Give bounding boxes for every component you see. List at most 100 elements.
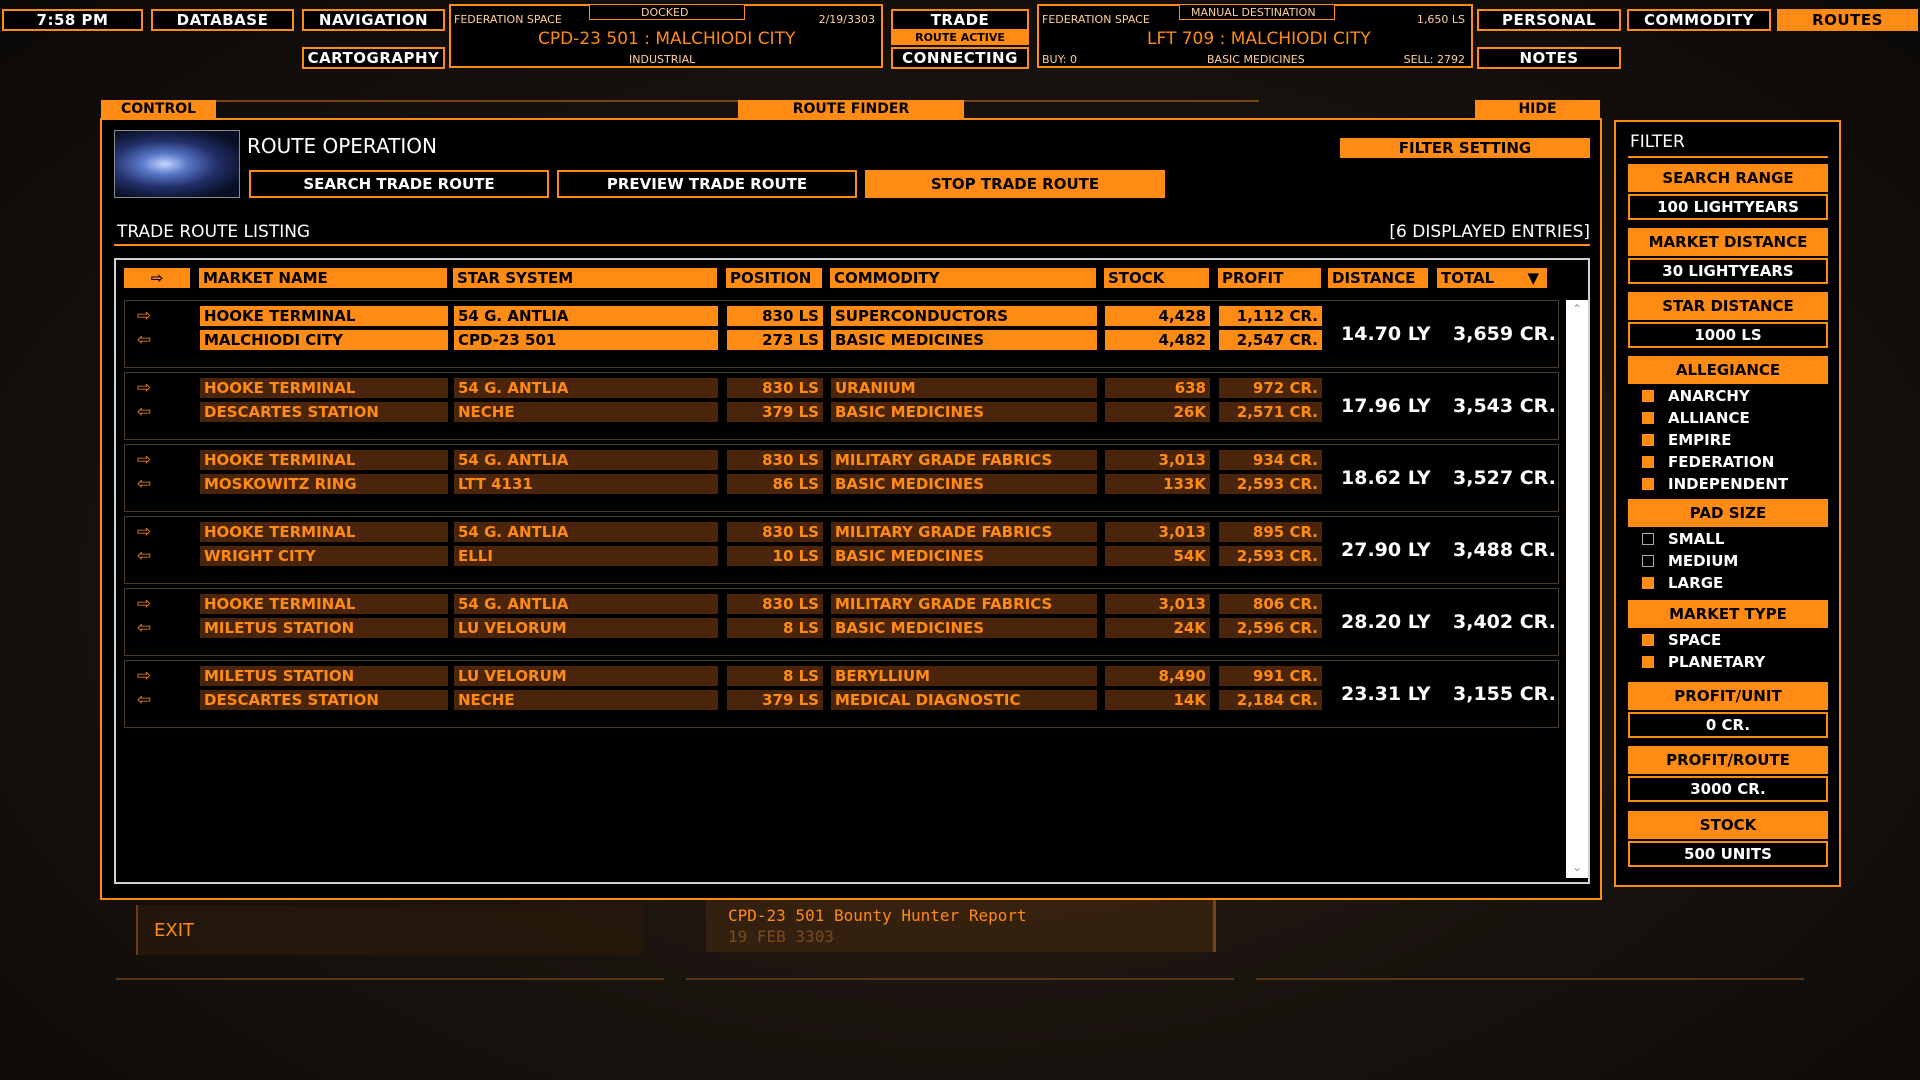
stock-field[interactable]: 500 UNITS bbox=[1628, 841, 1828, 867]
commodity-cell: BASIC MEDICINES bbox=[831, 474, 1097, 494]
market-distance-field[interactable]: 30 LIGHTYEARS bbox=[1628, 258, 1828, 284]
allegiance-option[interactable]: INDEPENDENT bbox=[1642, 474, 1788, 494]
market-type-option[interactable]: PLANETARY bbox=[1642, 652, 1765, 672]
checkbox-label: ANARCHY bbox=[1668, 387, 1750, 405]
stop-trade-route-button[interactable]: STOP TRADE ROUTE bbox=[865, 170, 1165, 198]
route-distance: 18.62 LY bbox=[1341, 467, 1431, 489]
return-leg[interactable]: MOSKOWITZ RING LTT 4131 86 LS BASIC MEDICIN… bbox=[125, 474, 1325, 494]
exit-button[interactable]: EXIT bbox=[136, 905, 644, 955]
checkbox[interactable] bbox=[1642, 390, 1654, 402]
scroll-up-icon[interactable]: ⌃ bbox=[1572, 302, 1582, 316]
tab-route-finder[interactable]: ROUTE FINDER bbox=[738, 100, 964, 118]
personal-button[interactable]: PERSONAL bbox=[1477, 9, 1621, 31]
outbound-leg[interactable]: HOOKE TERMINAL 54 G. ANTLIA 830 LS MILITARY… bbox=[125, 450, 1325, 470]
commodity-button[interactable]: COMMODITY bbox=[1627, 9, 1771, 31]
header-commodity[interactable]: COMMODITY bbox=[830, 268, 1096, 288]
checkbox[interactable] bbox=[1642, 456, 1654, 468]
stock-cell: 3,013 bbox=[1105, 594, 1210, 614]
tab-control[interactable]: CONTROL bbox=[101, 100, 216, 118]
header-profit[interactable]: PROFIT bbox=[1218, 268, 1321, 288]
route-entry[interactable]: ⇨ HOOKE TERMINAL 54 G. ANTLIA 830 LS MILITAR… bbox=[124, 588, 1559, 656]
commodity-cell: MEDICAL DIAGNOSTIC bbox=[831, 690, 1097, 710]
outbound-leg[interactable]: HOOKE TERMINAL 54 G. ANTLIA 830 LS SUPERCON… bbox=[125, 306, 1325, 326]
search-trade-route-button[interactable]: SEARCH TRADE ROUTE bbox=[249, 170, 549, 198]
navigation-button[interactable]: NAVIGATION bbox=[302, 9, 445, 31]
allegiance-option[interactable]: EMPIRE bbox=[1642, 430, 1732, 450]
commodity-cell: BASIC MEDICINES bbox=[831, 546, 1097, 566]
return-leg[interactable]: DESCARTES STATION NECHE 379 LS BASIC MEDICI… bbox=[125, 402, 1325, 422]
pad-size-option[interactable]: SMALL bbox=[1642, 529, 1724, 549]
commodity-cell: BASIC MEDICINES bbox=[831, 330, 1097, 350]
outbound-leg[interactable]: HOOKE TERMINAL 54 G. ANTLIA 830 LS MILITARY… bbox=[125, 522, 1325, 542]
route-entry[interactable]: ⇨ HOOKE TERMINAL 54 G. ANTLIA 830 LS SUPERCO… bbox=[124, 300, 1559, 368]
cartography-button[interactable]: CARTOGRAPHY bbox=[302, 47, 445, 69]
star-system-cell: 54 G. ANTLIA bbox=[454, 594, 718, 614]
search-range-field[interactable]: 100 LIGHTYEARS bbox=[1628, 194, 1828, 220]
bounty-report-item[interactable]: CPD-23 501 Bounty Hunter Report 19 FEB 3… bbox=[706, 900, 1216, 952]
star-system-cell: 54 G. ANTLIA bbox=[454, 450, 718, 470]
profit-route-field[interactable]: 3000 CR. bbox=[1628, 776, 1828, 802]
market-name-cell: WRIGHT CITY bbox=[200, 546, 448, 566]
position-cell: 830 LS bbox=[727, 522, 823, 542]
return-leg[interactable]: WRIGHT CITY ELLI 10 LS BASIC MEDICINES 54K 2,… bbox=[125, 546, 1325, 566]
checkbox[interactable] bbox=[1642, 577, 1654, 589]
star-distance-field[interactable]: 1000 LS bbox=[1628, 322, 1828, 348]
scroll-down-icon[interactable]: ⌄ bbox=[1572, 860, 1582, 874]
checkbox[interactable] bbox=[1642, 533, 1654, 545]
checkbox[interactable] bbox=[1642, 478, 1654, 490]
position-cell: 379 LS bbox=[727, 690, 823, 710]
tab-hide[interactable]: HIDE bbox=[1475, 100, 1600, 118]
checkbox[interactable] bbox=[1642, 555, 1654, 567]
route-total: 3,659 CR. bbox=[1453, 323, 1556, 345]
checkbox-label: SMALL bbox=[1668, 530, 1725, 548]
allegiance-option[interactable]: ALLIANCE bbox=[1642, 408, 1750, 428]
notes-button[interactable]: NOTES bbox=[1477, 47, 1621, 69]
return-leg[interactable]: MALCHIODI CITY CPD-23 501 273 LS BASIC MEDI… bbox=[125, 330, 1325, 350]
checkbox[interactable] bbox=[1642, 434, 1654, 446]
trade-button[interactable]: TRADE bbox=[891, 9, 1029, 31]
preview-trade-route-button[interactable]: PREVIEW TRADE ROUTE bbox=[557, 170, 857, 198]
header-position[interactable]: POSITION bbox=[726, 268, 822, 288]
bounty-report-title: CPD-23 501 Bounty Hunter Report bbox=[728, 906, 1027, 925]
star-system-cell: LTT 4131 bbox=[454, 474, 718, 494]
lower-divider-mid bbox=[686, 978, 1234, 980]
route-entry[interactable]: ⇨ MILETUS STATION LU VELORUM 8 LS BERYLLIUM 8… bbox=[124, 660, 1559, 728]
outbound-leg[interactable]: HOOKE TERMINAL 54 G. ANTLIA 830 LS MILITARY… bbox=[125, 594, 1325, 614]
pad-size-option[interactable]: MEDIUM bbox=[1642, 551, 1738, 571]
checkbox[interactable] bbox=[1642, 656, 1654, 668]
route-entry[interactable]: ⇨ HOOKE TERMINAL 54 G. ANTLIA 830 LS MILITAR… bbox=[124, 516, 1559, 584]
return-leg[interactable]: MILETUS STATION LU VELORUM 8 LS BASIC MEDIC… bbox=[125, 618, 1325, 638]
connecting-button[interactable]: CONNECTING bbox=[891, 47, 1029, 69]
header-distance[interactable]: DISTANCE bbox=[1328, 268, 1428, 288]
profit-unit-field[interactable]: 0 CR. bbox=[1628, 712, 1828, 738]
allegiance-option[interactable]: ANARCHY bbox=[1642, 386, 1750, 406]
database-button[interactable]: DATABASE bbox=[151, 9, 294, 31]
outbound-leg[interactable]: HOOKE TERMINAL 54 G. ANTLIA 830 LS URANIUM 6… bbox=[125, 378, 1325, 398]
header-star-system[interactable]: STAR SYSTEM bbox=[453, 268, 717, 288]
checkbox[interactable] bbox=[1642, 634, 1654, 646]
position-cell: 830 LS bbox=[727, 306, 823, 326]
return-leg[interactable]: DESCARTES STATION NECHE 379 LS MEDICAL DIAG… bbox=[125, 690, 1325, 710]
market-type-option[interactable]: SPACE bbox=[1642, 630, 1721, 650]
filter-setting-button[interactable]: FILTER SETTING bbox=[1340, 138, 1590, 158]
market-type-label: MARKET TYPE bbox=[1628, 600, 1828, 628]
tab-strip-left bbox=[216, 100, 686, 118]
outbound-leg[interactable]: MILETUS STATION LU VELORUM 8 LS BERYLLIUM 8,… bbox=[125, 666, 1325, 686]
route-entry[interactable]: ⇨ HOOKE TERMINAL 54 G. ANTLIA 830 LS URANIUM… bbox=[124, 372, 1559, 440]
header-market-name[interactable]: MARKET NAME bbox=[199, 268, 447, 288]
stock-cell: 26K bbox=[1105, 402, 1210, 422]
star-system-cell: NECHE bbox=[454, 402, 718, 422]
header-stock[interactable]: STOCK bbox=[1104, 268, 1209, 288]
profit-cell: 972 CR. bbox=[1219, 378, 1322, 398]
scrollbar[interactable]: ⌃ ⌄ bbox=[1566, 300, 1588, 878]
stock-cell: 54K bbox=[1105, 546, 1210, 566]
route-entry[interactable]: ⇨ HOOKE TERMINAL 54 G. ANTLIA 830 LS MILITAR… bbox=[124, 444, 1559, 512]
checkbox[interactable] bbox=[1642, 412, 1654, 424]
header-direction[interactable]: ⇨ bbox=[124, 268, 190, 288]
current-date: 2/19/3303 bbox=[818, 13, 875, 26]
routes-button[interactable]: ROUTES bbox=[1777, 9, 1918, 31]
filter-panel: FILTER SEARCH RANGE 100 LIGHTYEARS MARKE… bbox=[1614, 120, 1841, 887]
header-total[interactable]: TOTAL ▼ bbox=[1437, 268, 1547, 288]
pad-size-option[interactable]: LARGE bbox=[1642, 573, 1723, 593]
allegiance-option[interactable]: FEDERATION bbox=[1642, 452, 1774, 472]
